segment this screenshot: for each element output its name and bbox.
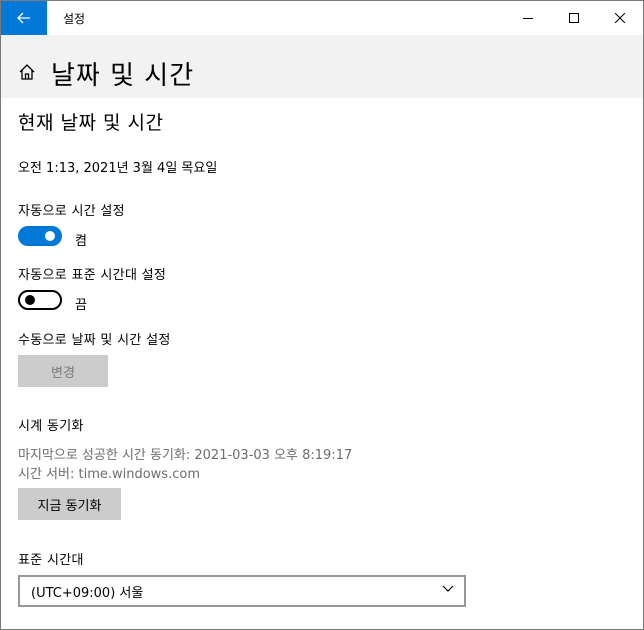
- maximize-button[interactable]: [551, 1, 597, 35]
- sync-now-button[interactable]: 지금 동기화: [18, 488, 121, 520]
- minimize-icon: [523, 18, 533, 19]
- auto-time-label: 자동으로 시간 설정: [18, 204, 125, 219]
- back-button[interactable]: [1, 1, 47, 35]
- sync-label: 시계 동기화: [18, 419, 84, 434]
- auto-time-state: 켬: [75, 234, 87, 249]
- chevron-down-icon: [442, 585, 454, 592]
- timezone-select[interactable]: (UTC+09:00) 서울: [18, 575, 466, 607]
- time-server-text: 시간 서버: time.windows.com: [18, 467, 200, 482]
- auto-timezone-toggle[interactable]: [18, 290, 62, 310]
- timezone-selected-value: (UTC+09:00) 서울: [31, 585, 144, 601]
- page-title: 날짜 및 시간: [51, 61, 195, 91]
- close-button[interactable]: [597, 1, 643, 35]
- toggle-knob: [45, 231, 55, 241]
- current-datetime: 오전 1:13, 2021년 3월 4일 목요일: [18, 161, 218, 176]
- title-bar: 설정: [1, 1, 643, 35]
- window-title: 설정: [63, 12, 86, 26]
- minimize-button[interactable]: [505, 1, 551, 35]
- auto-timezone-label: 자동으로 표준 시간대 설정: [18, 268, 167, 283]
- page-header: 날짜 및 시간: [1, 35, 643, 98]
- timezone-label: 표준 시간대: [18, 553, 84, 568]
- auto-time-toggle[interactable]: [18, 226, 62, 246]
- section-title: 현재 날짜 및 시간: [18, 112, 164, 134]
- toggle-knob: [25, 295, 35, 305]
- home-icon[interactable]: [18, 63, 36, 81]
- auto-timezone-state: 끔: [75, 298, 87, 313]
- back-arrow-icon: [17, 12, 30, 24]
- close-icon: [615, 13, 625, 23]
- last-sync-text: 마지막으로 성공한 시간 동기화: 2021-03-03 오후 8:19:17: [18, 448, 353, 463]
- maximize-icon: [569, 13, 579, 23]
- manual-datetime-label: 수동으로 날짜 및 시간 설정: [18, 333, 171, 348]
- change-button: 변경: [18, 355, 108, 387]
- settings-window: 설정 날짜 및 시간 현재 날짜 및 시간 오전 1:13, 2021년 3월 …: [0, 0, 644, 630]
